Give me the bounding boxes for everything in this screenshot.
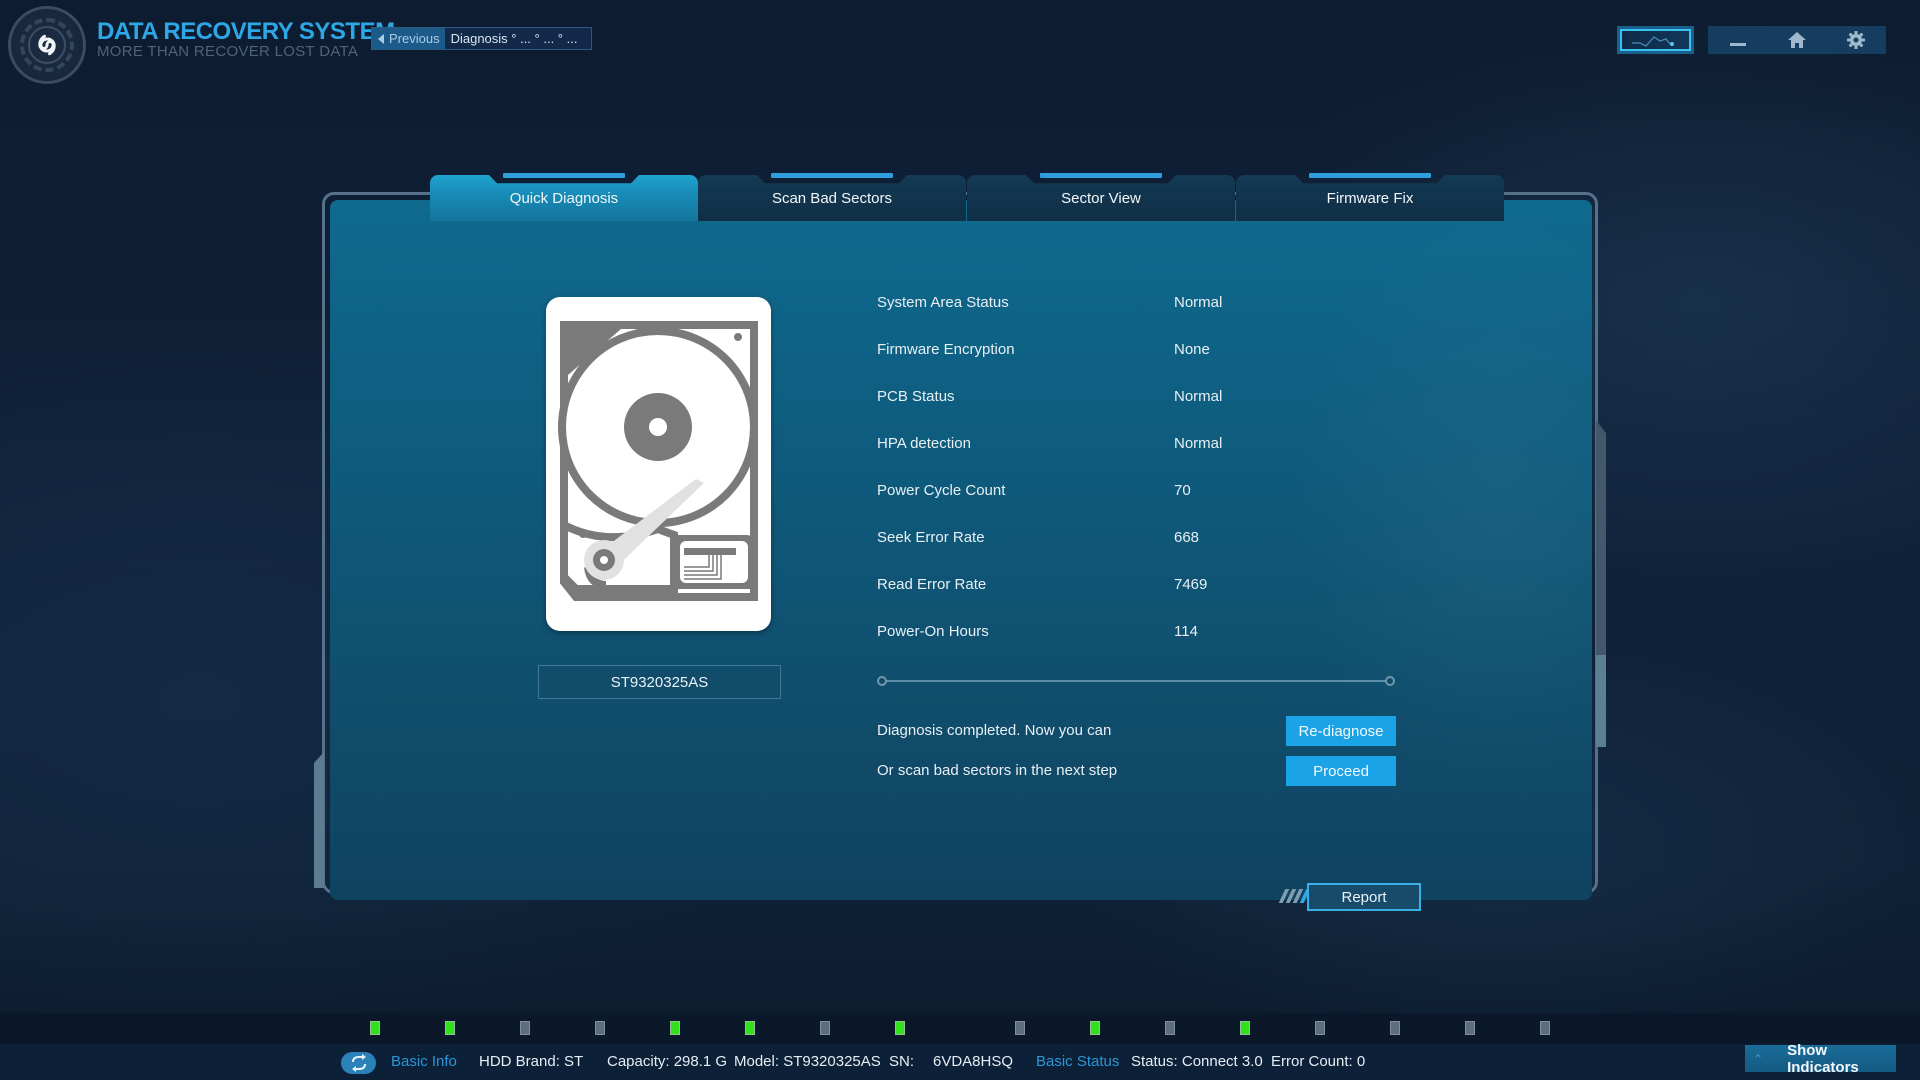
refresh-icon [351, 1054, 366, 1072]
indicator-light [670, 1021, 680, 1035]
rediagnose-button[interactable]: Re-diagnose [1286, 716, 1396, 746]
info-value: 7469 [1174, 576, 1208, 593]
indicator-light [1165, 1021, 1175, 1035]
info-label: Read Error Rate [877, 576, 987, 593]
tab-indicator-bar [1040, 173, 1162, 178]
report-stripes-decoration [1278, 886, 1311, 906]
minimize-icon [1729, 42, 1746, 46]
info-label: PCB Status [877, 388, 955, 405]
indicator-light [745, 1021, 755, 1035]
indicator-light [1540, 1021, 1550, 1035]
progress-end-knob [1385, 676, 1395, 686]
waveform-monitor-icon [1620, 29, 1691, 51]
indicator-light [370, 1021, 380, 1035]
app-title: DATA RECOVERY SYSTEM [97, 18, 395, 45]
settings-button[interactable] [1838, 26, 1874, 54]
indicator-light [1465, 1021, 1475, 1035]
chevron-up-icon: ⌃ [1753, 1051, 1764, 1066]
info-value: 70 [1174, 482, 1191, 499]
next-step-message: Or scan bad sectors in the next step [877, 762, 1118, 779]
show-indicators-button[interactable]: ⌃ Show Indicators [1745, 1042, 1896, 1076]
tab-quick-diagnosis[interactable]: Quick Diagnosis [430, 175, 698, 221]
model: Model: ST9320325AS [734, 1053, 881, 1070]
gear-icon [1847, 31, 1866, 49]
previous-label: Previous [389, 31, 440, 46]
tab-label: Sector View [1061, 190, 1141, 207]
breadcrumb: Previous Diagnosis ° ... ° ... ° ... [371, 27, 592, 50]
info-label: Seek Error Rate [877, 529, 985, 546]
tab-indicator-bar [503, 173, 625, 178]
indicator-light [895, 1021, 905, 1035]
tab-sector-view[interactable]: Sector View [967, 175, 1235, 221]
info-value: 668 [1174, 529, 1200, 546]
sn-label: SN: [889, 1053, 915, 1070]
report-button[interactable]: Report [1307, 883, 1421, 911]
diagnosis-progress-bar [882, 680, 1390, 682]
tab-indicator-bar [771, 173, 893, 178]
tab-firmware-fix[interactable]: Firmware Fix [1236, 175, 1504, 221]
home-icon [1787, 32, 1806, 48]
info-value: Normal [1174, 435, 1223, 452]
capacity: Capacity: 298.1 G [607, 1053, 728, 1070]
info-label: HPA detection [877, 435, 971, 452]
home-button[interactable] [1779, 26, 1815, 54]
proceed-button[interactable]: Proceed [1286, 756, 1396, 786]
app-subtitle: MORE THAN RECOVER LOST DATA [97, 43, 359, 60]
connection-status: Status: Connect 3.0 [1131, 1053, 1263, 1070]
info-value: Normal [1174, 294, 1223, 311]
drive-model-field: ST9320325AS [538, 665, 781, 699]
refresh-button[interactable] [341, 1052, 376, 1074]
app-logo [8, 6, 86, 84]
tab-label: Firmware Fix [1326, 190, 1414, 207]
indicator-strip [0, 1013, 1920, 1044]
indicator-light [1315, 1021, 1325, 1035]
breadcrumb-current: Diagnosis ° ... ° ... ° ... [450, 31, 578, 46]
hdd-brand: HDD Brand: ST [479, 1053, 584, 1070]
spiral-logo-icon [28, 26, 66, 64]
hard-drive-image [546, 297, 771, 631]
hard-drive-icon [558, 321, 758, 601]
progress-start-knob [877, 676, 887, 686]
tab-scan-bad-sectors[interactable]: Scan Bad Sectors [698, 175, 966, 221]
indicator-light [1240, 1021, 1250, 1035]
info-value: Normal [1174, 388, 1223, 405]
frame-accent [314, 752, 324, 888]
indicator-light [595, 1021, 605, 1035]
tab-indicator-bar [1309, 173, 1431, 178]
info-label: System Area Status [877, 294, 1009, 311]
info-value: None [1174, 341, 1210, 358]
basic-status-label: Basic Status [1036, 1053, 1120, 1070]
window-controls [1708, 26, 1886, 54]
back-arrow-icon [378, 33, 384, 44]
info-value: 114 [1174, 623, 1198, 640]
info-label: Power-On Hours [877, 623, 989, 640]
completed-message: Diagnosis completed. Now you can [877, 722, 1112, 739]
info-label: Power Cycle Count [877, 482, 1006, 499]
monitor-button[interactable] [1617, 26, 1694, 54]
tab-label: Scan Bad Sectors [771, 190, 893, 207]
frame-accent [1596, 655, 1606, 747]
info-label: Firmware Encryption [877, 341, 1015, 358]
indicator-light [520, 1021, 530, 1035]
minimize-button[interactable] [1720, 26, 1756, 54]
indicator-light [1090, 1021, 1100, 1035]
error-count: Error Count: 0 [1271, 1053, 1366, 1070]
indicator-light [445, 1021, 455, 1035]
previous-button[interactable]: Previous [372, 28, 445, 49]
show-indicators-label: Show Indicators [1787, 1041, 1859, 1076]
indicator-light [1390, 1021, 1400, 1035]
tab-label: Quick Diagnosis [509, 190, 619, 207]
indicator-light [820, 1021, 830, 1035]
basic-info-label: Basic Info [391, 1053, 457, 1070]
indicator-light [1015, 1021, 1025, 1035]
sn-value: 6VDA8HSQ [933, 1053, 1014, 1070]
